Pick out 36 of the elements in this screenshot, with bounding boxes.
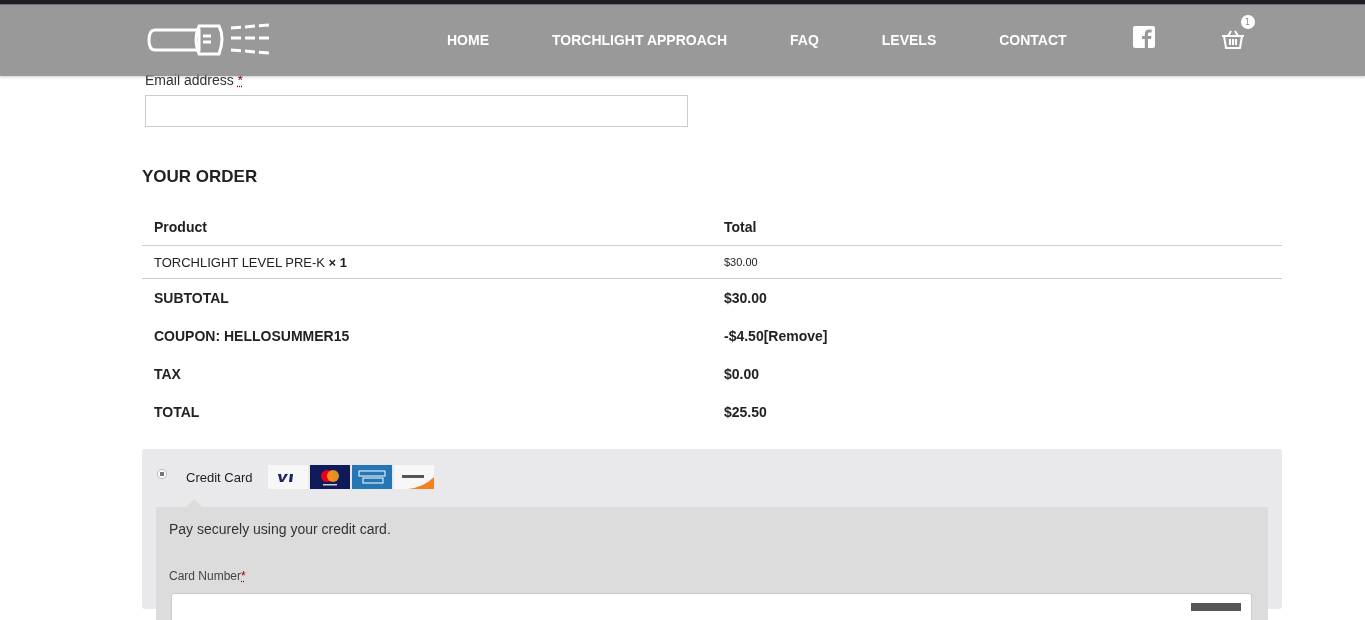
required-mark: * [241,569,246,583]
total-label: TAX [153,366,182,382]
payment-method-label[interactable]: Credit Card [186,469,253,485]
cart-count-badge: 1 [1240,15,1255,29]
card-logo-icon [394,465,435,489]
payment-description: Pay securely using your credit card. [169,521,392,537]
field-label: Email address [145,72,234,88]
email-field[interactable] [145,95,688,127]
total-value: $30.00 [724,290,767,306]
remove-link[interactable]: [Remove] [763,328,828,344]
facebook-icon[interactable] [1132,26,1155,48]
required-mark: * [237,72,244,88]
nav-link[interactable]: TORCHLIGHT APPROACH [552,32,727,48]
radio-button[interactable] [157,469,167,479]
product-name: TORCHLIGHT LEVEL PRE-K [154,254,325,270]
column-header: Product [153,219,208,235]
nav-link[interactable]: FAQ [790,32,819,48]
field-label: Card Number [169,569,242,583]
line-total: $30.00 [724,256,759,268]
card-logo-icon [352,465,393,489]
total-label: SUBTOTAL [153,290,230,306]
product-quantity: × 1 [328,254,348,270]
total-label: TOTAL [153,404,201,420]
basket-icon[interactable] [1220,29,1245,49]
total-value: -$4.50 [724,328,764,344]
card-number-field[interactable] [171,593,1252,620]
section-title: YOUR ORDER [142,167,259,187]
total-value: $0.00 [724,366,760,382]
nav-link[interactable]: HOME [447,32,489,48]
column-header: Total [724,219,758,235]
nav-link[interactable]: CONTACT [999,32,1067,48]
nav-link[interactable]: LEVELS [881,32,937,48]
total-value: $25.50 [724,404,767,420]
card-logo-icon [268,465,309,489]
card-logo-icon [310,465,351,489]
total-label: COUPON: HELLOSUMMER15 [153,328,351,344]
